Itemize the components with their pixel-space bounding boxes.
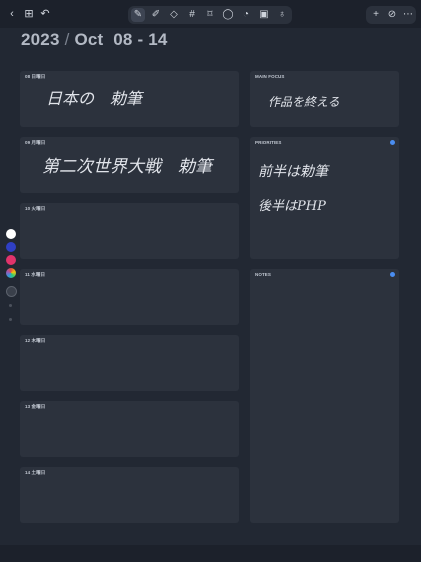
undo-icon[interactable]: ↶ [38,7,52,21]
grid-icon[interactable]: ⊞ [22,7,36,21]
title-separator: / [64,30,70,49]
main-focus-label: MAIN FOCUS [255,74,285,79]
day-label: 11 水曜日 [25,272,46,277]
stroke-tiny-dot[interactable] [9,318,12,321]
main-focus-card[interactable]: MAIN FOCUS 作品を終える [250,71,399,127]
title-year: 2023 [21,30,60,49]
tool-group: ✎ ✐ ◇ # ⌑ ◯ ◔ ▣ ♁ [128,6,292,24]
right-actions: + ⊘ ⋯ [366,6,416,24]
no-sync-icon[interactable]: ⊘ [385,8,399,22]
color-picker-icon[interactable] [6,268,16,278]
top-toolbar: ‹ ⊞ ↶ ✎ ✐ ◇ # ⌑ ◯ ◔ ▣ ♁ + ⊘ ⋯ [0,0,421,28]
eraser-icon[interactable]: ◇ [167,8,181,22]
microphone-icon[interactable]: ♁ [275,8,289,22]
priorities-indicator-icon[interactable] [390,140,395,145]
title-range: Oct 08 - 14 [74,30,168,49]
pen-icon[interactable]: ✎ [131,8,145,22]
color-white-swatch[interactable] [6,229,16,239]
day-label: 08 日曜日 [25,74,46,79]
day-card-sunday[interactable]: 08 日曜日 日本の 勅筆 [20,71,239,127]
page-title: 2023 / Oct 08 - 14 [21,30,168,50]
handwriting-note: 第二次世界大戦 勅筆 [42,157,212,177]
bookmark-icon[interactable]: ⌑ [203,8,217,22]
more-icon[interactable]: ⋯ [401,8,415,22]
stroke-small-dot[interactable] [9,304,12,307]
handwriting-note: 作品を終える [268,95,340,109]
day-card-monday[interactable]: 09 月曜日 第二次世界大戦 勅筆 [20,137,239,193]
comment-icon[interactable]: ◔ [239,8,253,22]
handwriting-note: 日本の 勅筆 [46,89,143,108]
handwriting-note: 後半はPHP [258,199,326,214]
color-pink-swatch[interactable] [6,255,16,265]
priorities-card[interactable]: PRIORITIES 前半は勅筆 後半はPHP [250,137,399,259]
notes-indicator-icon[interactable] [390,272,395,277]
hashtag-icon[interactable]: # [185,8,199,22]
bottom-bar [0,545,421,562]
back-icon[interactable]: ‹ [5,7,19,21]
day-label: 13 金曜日 [25,404,46,409]
day-label: 14 土曜日 [25,470,46,475]
handwriting-note: 前半は勅筆 [258,164,328,180]
day-card-wednesday[interactable]: 11 水曜日 [20,269,239,325]
day-card-friday[interactable]: 13 金曜日 [20,401,239,457]
day-label: 09 月曜日 [25,140,46,145]
day-label: 12 木曜日 [25,338,46,343]
stroke-size-icon[interactable] [6,286,17,297]
add-icon[interactable]: + [369,8,383,22]
notes-card[interactable]: NOTES [250,269,399,523]
day-label: 10 火曜日 [25,206,46,211]
day-card-thursday[interactable]: 12 木曜日 [20,335,239,391]
image-icon[interactable]: ▣ [257,8,271,22]
day-card-tuesday[interactable]: 10 火曜日 [20,203,239,259]
lasso-icon[interactable]: ◯ [221,8,235,22]
highlighter-icon[interactable]: ✐ [149,8,163,22]
color-blue-swatch[interactable] [6,242,16,252]
day-card-saturday[interactable]: 14 土曜日 [20,467,239,523]
priorities-label: PRIORITIES [255,140,282,145]
notes-label: NOTES [255,272,272,277]
